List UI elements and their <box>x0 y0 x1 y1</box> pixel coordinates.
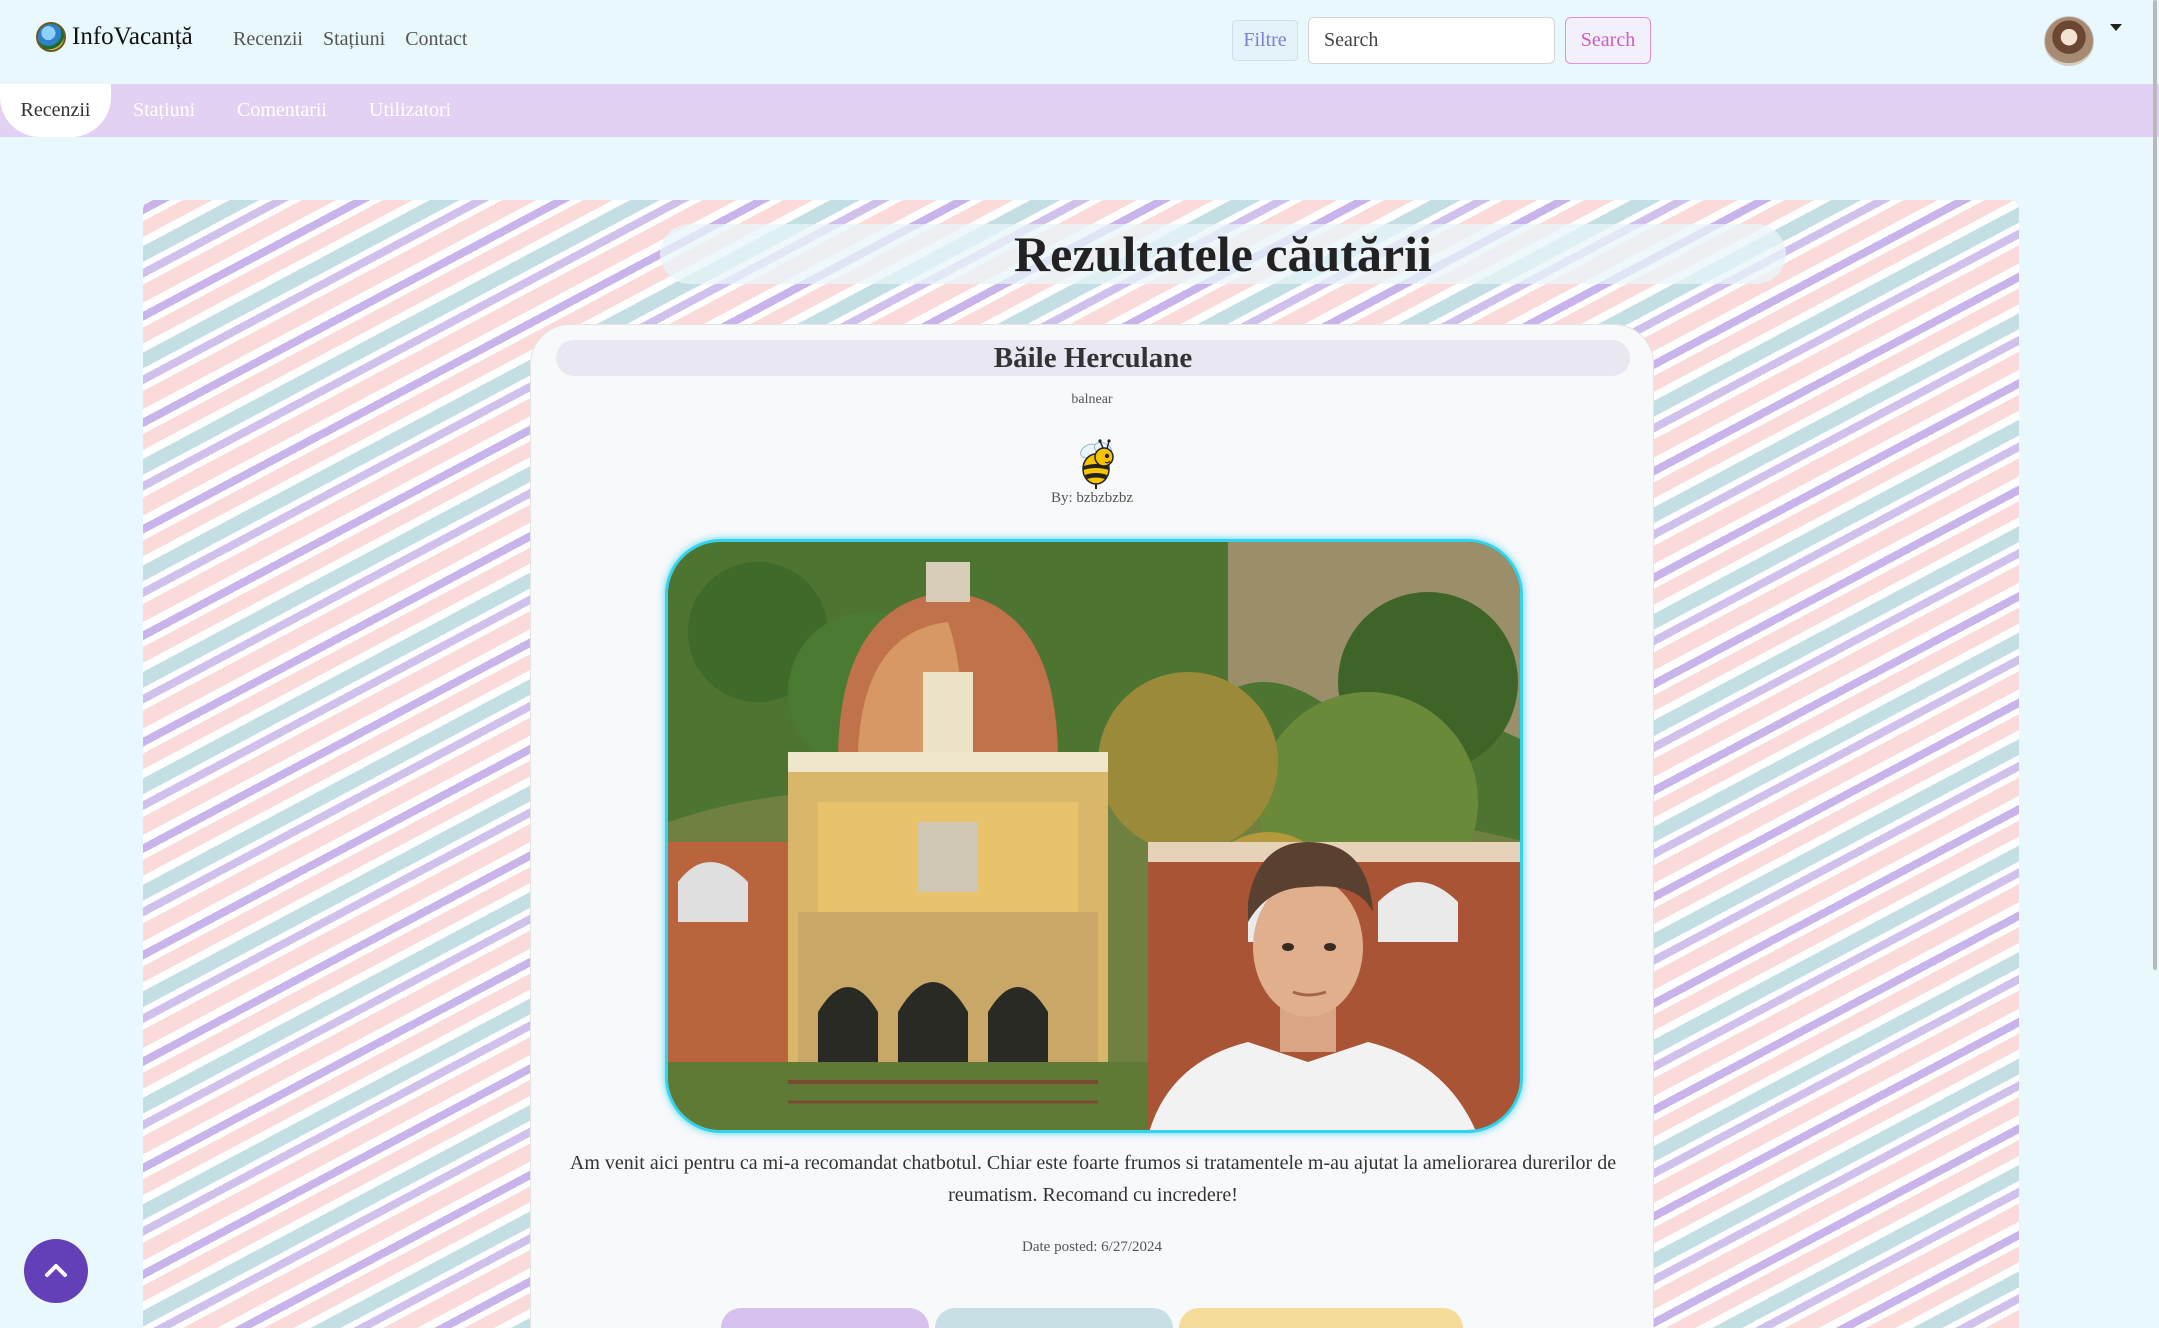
review-category: balnear <box>1071 392 1113 407</box>
review-photo-illustration <box>668 542 1520 1130</box>
tab-comentarii[interactable]: Comentarii <box>237 84 327 137</box>
chevron-up-icon <box>45 1264 67 1277</box>
action-pill-2[interactable] <box>935 1308 1173 1328</box>
review-date: Date posted: 6/27/2024 <box>1022 1239 1162 1255</box>
review-photo <box>665 539 1523 1133</box>
top-navbar: InfoVacanță Recenzii Stațiuni Contact Fi… <box>0 0 2159 84</box>
user-avatar[interactable] <box>2044 16 2094 66</box>
review-location[interactable]: Băile Herculane <box>556 340 1630 376</box>
action-pill-1[interactable] <box>721 1308 929 1328</box>
tab-utilizatori[interactable]: Utilizatori <box>369 84 451 137</box>
review-text: Am venit aici pentru ca mi-a recomandat … <box>569 1152 1617 1206</box>
review-card: Băile Herculane balnear By: bzbzbzbz Am … <box>530 324 1654 1328</box>
bee-icon <box>1080 439 1114 489</box>
action-pill-3[interactable] <box>1179 1308 1463 1328</box>
scroll-to-top-button[interactable] <box>24 1239 88 1303</box>
tab-statiuni[interactable]: Stațiuni <box>133 84 195 137</box>
caret-down-icon[interactable] <box>2110 24 2122 31</box>
brand-name: InfoVacanță <box>72 23 193 50</box>
page-title: Rezultatele căutării <box>660 224 1786 284</box>
brand-link[interactable]: InfoVacanță <box>36 22 193 52</box>
page-scrollbar[interactable] <box>2153 0 2157 970</box>
search-input[interactable] <box>1308 17 1555 64</box>
tab-recenzii[interactable]: Recenzii <box>0 84 111 137</box>
results-panel: Rezultatele căutării Băile Herculane bal… <box>143 200 2019 1328</box>
search-button[interactable]: Search <box>1565 17 1651 64</box>
filters-button[interactable]: Filtre <box>1232 20 1298 61</box>
review-author[interactable]: By: bzbzbzbz <box>531 490 1653 507</box>
main-nav: Recenzii Stațiuni Contact <box>233 28 467 51</box>
nav-link-statiuni[interactable]: Stațiuni <box>323 28 385 51</box>
nav-link-contact[interactable]: Contact <box>405 28 467 51</box>
nav-link-recenzii[interactable]: Recenzii <box>233 28 303 51</box>
section-tabs: Recenzii Stațiuni Comentarii Utilizatori <box>0 84 2159 137</box>
globe-logo-icon <box>36 22 66 52</box>
